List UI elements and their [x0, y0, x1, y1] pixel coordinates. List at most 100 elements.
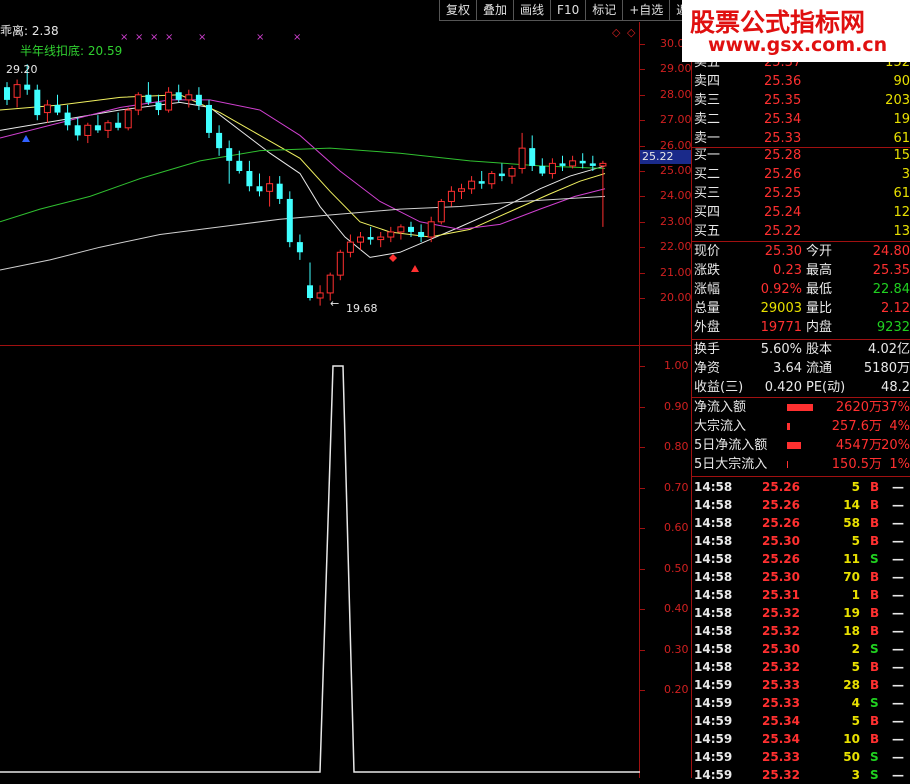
tick-dash: — — [892, 516, 904, 530]
candle[interactable] — [74, 117, 81, 141]
tick-dash: — — [892, 768, 904, 782]
book-level-volume: 13 — [893, 224, 910, 239]
candle[interactable] — [64, 104, 71, 131]
tick-row[interactable]: 14:59 25.32 3 S — — [692, 766, 910, 784]
tick-row[interactable]: 14:58 25.30 5 B — — [692, 532, 910, 550]
toolbar-button[interactable]: 复权 — [439, 0, 478, 21]
candle[interactable] — [216, 125, 223, 156]
candle[interactable] — [539, 158, 546, 177]
candle[interactable] — [124, 107, 132, 131]
candle[interactable] — [256, 173, 263, 197]
toolbar-button[interactable]: F10 — [550, 0, 587, 21]
candle[interactable] — [13, 79, 21, 108]
candle[interactable] — [508, 165, 516, 184]
tick-row[interactable]: 14:58 25.32 5 B — — [692, 658, 910, 676]
candle[interactable] — [185, 89, 193, 108]
candle[interactable] — [115, 112, 122, 131]
tick-row[interactable]: 14:58 25.26 58 B — — [692, 514, 910, 532]
candle[interactable] — [488, 171, 496, 189]
tick-row[interactable]: 14:58 25.26 5 B — — [692, 478, 910, 496]
candle[interactable] — [104, 120, 112, 138]
candle[interactable] — [134, 92, 142, 116]
diamond-icon[interactable]: ◇ — [627, 26, 635, 39]
tick-time: 14:58 — [694, 480, 733, 494]
indicator-subchart[interactable] — [0, 346, 640, 778]
sub-y-tick-mark — [640, 609, 645, 610]
flow-label: 大宗流入 — [694, 419, 747, 434]
candle[interactable] — [307, 262, 313, 301]
tick-row[interactable]: 14:58 25.32 19 B — — [692, 604, 910, 622]
candle[interactable] — [357, 231, 364, 250]
y-tick-mark — [640, 69, 645, 71]
candle[interactable] — [145, 82, 152, 105]
candle[interactable] — [336, 249, 344, 281]
tick-row[interactable]: 14:58 25.26 11 S — — [692, 550, 910, 568]
tick-row[interactable]: 14:59 25.33 28 B — — [692, 676, 910, 694]
candle[interactable] — [599, 160, 607, 227]
toolbar-button[interactable]: 画线 — [513, 0, 552, 21]
candle[interactable] — [4, 82, 10, 105]
tick-row[interactable]: 14:58 25.30 70 B — — [692, 568, 910, 586]
candle[interactable] — [418, 224, 425, 243]
tick-row[interactable]: 14:58 25.30 2 S — — [692, 640, 910, 658]
quote-value: 29003 — [760, 301, 802, 316]
candle[interactable] — [246, 160, 253, 192]
candle[interactable] — [397, 224, 405, 240]
candle[interactable] — [226, 140, 233, 184]
candle[interactable] — [458, 183, 465, 199]
candle[interactable] — [286, 191, 293, 248]
tick-dash: — — [892, 624, 904, 638]
diamond-icon[interactable]: ◇ — [612, 26, 620, 39]
candle[interactable] — [437, 198, 445, 225]
y-tick-mark — [640, 221, 645, 223]
candle[interactable] — [447, 186, 455, 207]
low-marker-arrow: ← — [330, 297, 340, 310]
candle[interactable] — [387, 226, 395, 243]
book-level-price: 25.35 — [764, 93, 802, 108]
candle[interactable] — [34, 84, 41, 121]
tick-row[interactable]: 14:59 25.34 10 B — — [692, 730, 910, 748]
candle[interactable] — [276, 176, 283, 205]
toolbar-button[interactable]: 叠加 — [476, 0, 515, 21]
tick-row[interactable]: 14:58 25.26 14 B — — [692, 496, 910, 514]
tick-row[interactable]: 14:59 25.33 4 S — — [692, 694, 910, 712]
tick-row[interactable]: 14:58 25.32 18 B — — [692, 622, 910, 640]
sub-y-tick-label: 0.80 — [664, 440, 689, 453]
tick-dash: — — [892, 588, 904, 602]
quote-label: 内盘 — [806, 320, 833, 335]
candle[interactable] — [43, 99, 51, 123]
ticks-divider — [692, 476, 910, 477]
candle[interactable] — [468, 176, 476, 194]
tick-side: B — [870, 570, 880, 584]
candle[interactable] — [165, 87, 173, 113]
candle[interactable] — [266, 176, 274, 207]
candle[interactable] — [367, 226, 374, 245]
tick-row[interactable]: 14:59 25.33 50 S — — [692, 748, 910, 766]
sub-y-tick-mark — [640, 528, 645, 529]
tick-row[interactable]: 14:59 25.34 5 B — — [692, 712, 910, 730]
toolbar-button[interactable]: +自选 — [622, 0, 671, 21]
candle[interactable] — [316, 285, 324, 306]
candle[interactable] — [175, 84, 182, 103]
candle[interactable] — [478, 171, 485, 189]
candle[interactable] — [579, 153, 586, 169]
candle[interactable] — [296, 234, 303, 260]
candle[interactable] — [498, 163, 505, 182]
candle[interactable] — [195, 87, 202, 111]
candle[interactable] — [206, 99, 212, 138]
candle[interactable] — [559, 155, 566, 171]
candle[interactable] — [94, 115, 101, 133]
tick-row[interactable]: 14:58 25.31 1 B — — [692, 586, 910, 604]
candle[interactable] — [518, 132, 526, 174]
toolbar-button[interactable]: 标记 — [585, 0, 624, 21]
candle[interactable] — [84, 122, 92, 144]
candle[interactable] — [54, 94, 61, 116]
sub-y-tick-label: 0.70 — [664, 480, 689, 494]
candle[interactable] — [569, 155, 577, 169]
candle[interactable] — [377, 231, 385, 248]
y-tick-mark — [640, 171, 645, 172]
candle[interactable] — [155, 94, 162, 116]
candle[interactable] — [346, 234, 354, 258]
candle[interactable] — [548, 158, 556, 179]
candle[interactable] — [529, 135, 536, 171]
